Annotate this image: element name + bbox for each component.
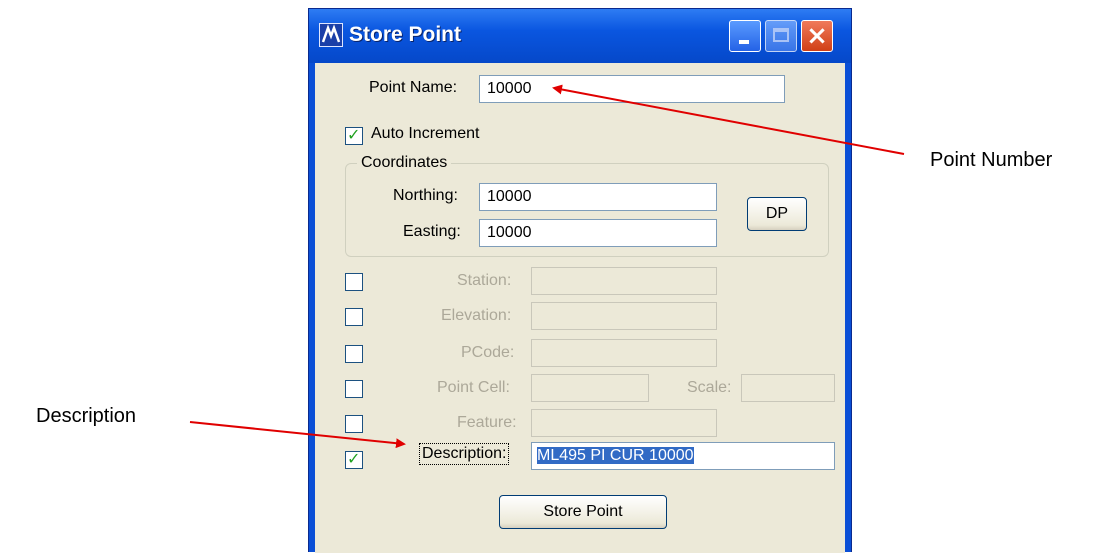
auto-increment-checkbox[interactable]: ✓ <box>345 125 363 145</box>
station-input[interactable] <box>531 267 717 295</box>
dp-button[interactable]: DP <box>747 197 807 231</box>
station-label: Station: <box>457 272 512 289</box>
elevation-label: Elevation: <box>441 307 512 324</box>
point-cell-label: Point Cell: <box>437 379 510 396</box>
check-mark-icon: ✓ <box>347 125 361 144</box>
northing-input[interactable]: 10000 <box>479 183 717 211</box>
description-selected-text: ML495 PI CUR 10000 <box>537 447 694 464</box>
description-input[interactable]: ML495 PI CUR 10000 <box>531 442 835 470</box>
app-icon <box>319 23 343 47</box>
store-point-button[interactable]: Store Point <box>499 495 667 529</box>
window-title: Store Point <box>349 23 462 46</box>
coordinates-group-label: Coordinates <box>357 154 452 172</box>
feature-input[interactable] <box>531 409 717 437</box>
station-checkbox[interactable] <box>345 273 363 291</box>
store-point-window: Store Point × Point Name: 10000 ✓ Auto I… <box>308 8 852 553</box>
maximize-button[interactable] <box>765 20 797 52</box>
pcode-checkbox[interactable] <box>345 345 363 363</box>
pcode-label: PCode: <box>461 344 515 361</box>
title-bar[interactable]: Store Point × <box>309 9 851 63</box>
scale-input[interactable] <box>741 374 835 402</box>
minimize-icon <box>739 40 749 44</box>
easting-input[interactable]: 10000 <box>479 219 717 247</box>
minimize-button[interactable] <box>729 20 761 52</box>
close-icon: × <box>806 21 828 51</box>
easting-label: Easting: <box>403 223 461 240</box>
check-mark-icon: ✓ <box>347 449 361 468</box>
elevation-input[interactable] <box>531 302 717 330</box>
annotation-description: Description <box>36 405 137 427</box>
point-name-input[interactable]: 10000 <box>479 75 785 103</box>
description-checkbox[interactable]: ✓ <box>345 449 363 469</box>
point-cell-input[interactable] <box>531 374 649 402</box>
annotation-point-number: Point Number <box>930 149 1053 171</box>
point-cell-checkbox[interactable] <box>345 380 363 398</box>
maximize-icon <box>773 28 789 42</box>
feature-label: Feature: <box>457 414 517 431</box>
description-label: Description: <box>419 443 510 465</box>
scale-label: Scale: <box>687 379 732 396</box>
elevation-checkbox[interactable] <box>345 308 363 326</box>
point-name-label: Point Name: <box>369 79 458 96</box>
auto-increment-label: Auto Increment <box>371 125 480 142</box>
pcode-input[interactable] <box>531 339 717 367</box>
dialog-body: Point Name: 10000 ✓ Auto Increment Coord… <box>315 63 845 553</box>
close-button[interactable]: × <box>801 20 833 52</box>
northing-label: Northing: <box>393 187 458 204</box>
feature-checkbox[interactable] <box>345 415 363 433</box>
